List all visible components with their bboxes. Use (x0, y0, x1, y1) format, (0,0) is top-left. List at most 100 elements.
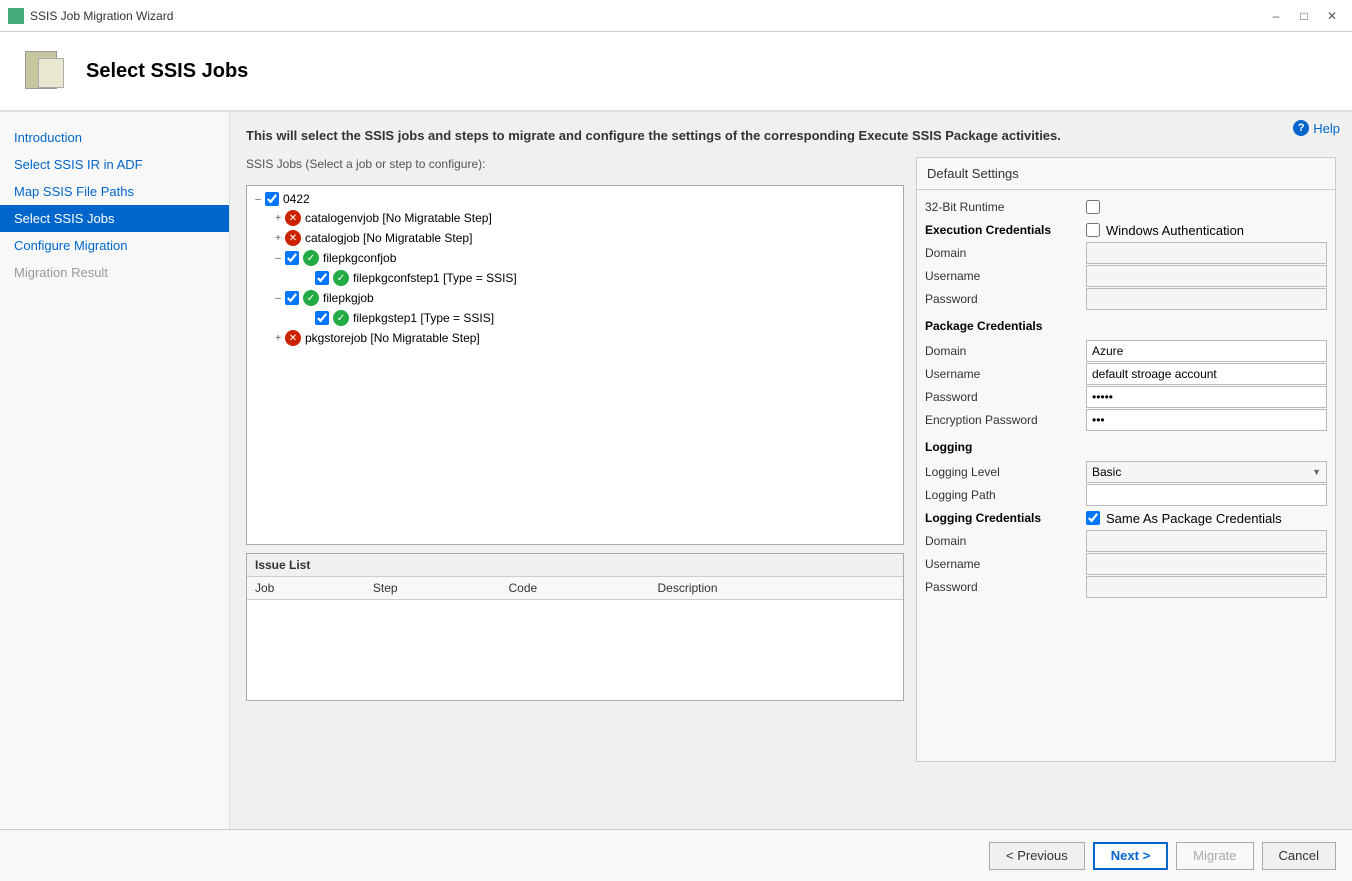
input-pkg-password[interactable] (1086, 386, 1327, 408)
next-button[interactable]: Next > (1093, 842, 1168, 870)
input-enc-password[interactable] (1086, 409, 1327, 431)
value-logging-path (1086, 484, 1327, 506)
tree-item-pkgstorejob[interactable]: + ✕ pkgstorejob [No Migratable Step] (251, 328, 899, 348)
input-log-domain[interactable] (1086, 530, 1327, 552)
main-area: Introduction Select SSIS IR in ADF Map S… (0, 112, 1352, 829)
cancel-button[interactable]: Cancel (1262, 842, 1336, 870)
catalogjob-label: catalogjob [No Migratable Step] (305, 231, 472, 245)
filepkgconfjob-checkbox[interactable] (285, 251, 299, 265)
select-logging-level[interactable]: None Basic Verbose Custom (1086, 461, 1327, 483)
filepkgjob-label: filepkgjob (323, 291, 374, 305)
filepkgjob-status: ✓ (303, 290, 319, 306)
tree-item-filepkgconfjob[interactable]: – ✓ filepkgconfjob (251, 248, 899, 268)
root-checkbox[interactable] (265, 192, 279, 206)
value-enc-password (1086, 409, 1327, 431)
label-log-password: Password (925, 576, 1085, 598)
value-domain (1086, 242, 1327, 264)
catalogenvjob-status: ✕ (285, 210, 301, 226)
input-password[interactable] (1086, 288, 1327, 310)
app-icon (8, 8, 24, 24)
pkgstorejob-expander[interactable]: + (271, 333, 285, 344)
tree-item-filepkgstep1[interactable]: ✓ filepkgstep1 [Type = SSIS] (251, 308, 899, 328)
sidebar-item-introduction[interactable]: Introduction (0, 124, 229, 151)
left-panel: SSIS Jobs (Select a job or step to confi… (246, 157, 904, 762)
issue-table: Job Step Code Description (247, 577, 903, 600)
value-log-password (1086, 576, 1327, 598)
input-log-username[interactable] (1086, 553, 1327, 575)
filepkgjob-checkbox[interactable] (285, 291, 299, 305)
input-log-password[interactable] (1086, 576, 1327, 598)
col-job: Job (247, 577, 365, 600)
settings-grid: 32-Bit Runtime Execution Credentials Win… (917, 190, 1335, 604)
label-pkg-domain: Domain (925, 340, 1085, 362)
page-header: Select SSIS Jobs (0, 32, 1352, 112)
main-panels: SSIS Jobs (Select a job or step to confi… (246, 157, 1336, 762)
input-pkg-username[interactable] (1086, 363, 1327, 385)
right-panel: Default Settings 32-Bit Runtime Executio… (916, 157, 1336, 762)
input-pkg-domain[interactable] (1086, 340, 1327, 362)
tree-box[interactable]: – 0422 + ✕ catalogenvjob [No Migratable … (246, 185, 904, 545)
catalogenvjob-expander[interactable]: + (271, 213, 285, 224)
section-pkg-creds: Package Credentials (925, 311, 1327, 339)
root-expander[interactable]: – (251, 194, 265, 205)
label-password: Password (925, 288, 1085, 310)
help-link[interactable]: ? Help (1293, 120, 1340, 136)
checkbox-same-as-pkg[interactable] (1086, 511, 1100, 525)
filepkgconfstep1-label: filepkgconfstep1 [Type = SSIS] (353, 271, 517, 285)
description-text: This will select the SSIS jobs and steps… (246, 128, 1146, 143)
filepkgstep1-status: ✓ (333, 310, 349, 326)
maximize-button[interactable]: □ (1292, 6, 1316, 26)
bottom-bar: < Previous Next > Migrate Cancel (0, 829, 1352, 881)
tree-item-catalogenvjob[interactable]: + ✕ catalogenvjob [No Migratable Step] (251, 208, 899, 228)
tree-item-filepkgconfstep1[interactable]: ✓ filepkgconfstep1 [Type = SSIS] (251, 268, 899, 288)
filepkgstep1-checkbox[interactable] (315, 311, 329, 325)
value-runtime32 (1086, 200, 1327, 214)
tree-root[interactable]: – 0422 (251, 190, 899, 208)
label-pkg-creds: Package Credentials (925, 315, 1327, 337)
value-password (1086, 288, 1327, 310)
label-logging: Logging (925, 436, 1327, 458)
catalogjob-expander[interactable]: + (271, 233, 285, 244)
filepkgjob-expander[interactable]: – (271, 293, 285, 304)
sidebar-item-select-ir[interactable]: Select SSIS IR in ADF (0, 151, 229, 178)
tree-item-filepkgjob[interactable]: – ✓ filepkgjob (251, 288, 899, 308)
value-log-creds: Same As Package Credentials (1086, 511, 1327, 526)
catalogenvjob-label: catalogenvjob [No Migratable Step] (305, 211, 492, 225)
col-step: Step (365, 577, 501, 600)
pkgstorejob-status: ✕ (285, 330, 301, 346)
sidebar-item-result: Migration Result (0, 259, 229, 286)
label-runtime32: 32-Bit Runtime (925, 196, 1085, 218)
label-domain: Domain (925, 242, 1085, 264)
filepkgconfstep1-checkbox[interactable] (315, 271, 329, 285)
sidebar-item-select-jobs[interactable]: Select SSIS Jobs (0, 205, 229, 232)
migrate-button: Migrate (1176, 842, 1253, 870)
close-button[interactable]: ✕ (1320, 6, 1344, 26)
filepkgconfjob-expander[interactable]: – (271, 253, 285, 264)
label-pkg-password: Password (925, 386, 1085, 408)
value-pkg-password (1086, 386, 1327, 408)
pkgstorejob-label: pkgstorejob [No Migratable Step] (305, 331, 480, 345)
checkbox-windows-auth[interactable] (1086, 223, 1100, 237)
value-logging-level: None Basic Verbose Custom (1086, 461, 1327, 483)
filepkgconfjob-status: ✓ (303, 250, 319, 266)
label-enc-password: Encryption Password (925, 409, 1085, 431)
value-username (1086, 265, 1327, 287)
col-code: Code (501, 577, 650, 600)
sidebar-item-configure[interactable]: Configure Migration (0, 232, 229, 259)
label-log-username: Username (925, 553, 1085, 575)
same-as-pkg-label: Same As Package Credentials (1106, 511, 1282, 526)
tree-panel-label: SSIS Jobs (Select a job or step to confi… (246, 157, 904, 171)
previous-button[interactable]: < Previous (989, 842, 1085, 870)
input-username[interactable] (1086, 265, 1327, 287)
minimize-button[interactable]: – (1264, 6, 1288, 26)
filepkgconfstep1-status: ✓ (333, 270, 349, 286)
checkbox-runtime32[interactable] (1086, 200, 1100, 214)
sidebar-item-map-paths[interactable]: Map SSIS File Paths (0, 178, 229, 205)
window-controls: – □ ✕ (1264, 6, 1344, 26)
label-pkg-username: Username (925, 363, 1085, 385)
input-logging-path[interactable] (1086, 484, 1327, 506)
col-description: Description (649, 577, 903, 600)
input-domain[interactable] (1086, 242, 1327, 264)
label-logging-level: Logging Level (925, 461, 1085, 483)
tree-item-catalogjob[interactable]: + ✕ catalogjob [No Migratable Step] (251, 228, 899, 248)
